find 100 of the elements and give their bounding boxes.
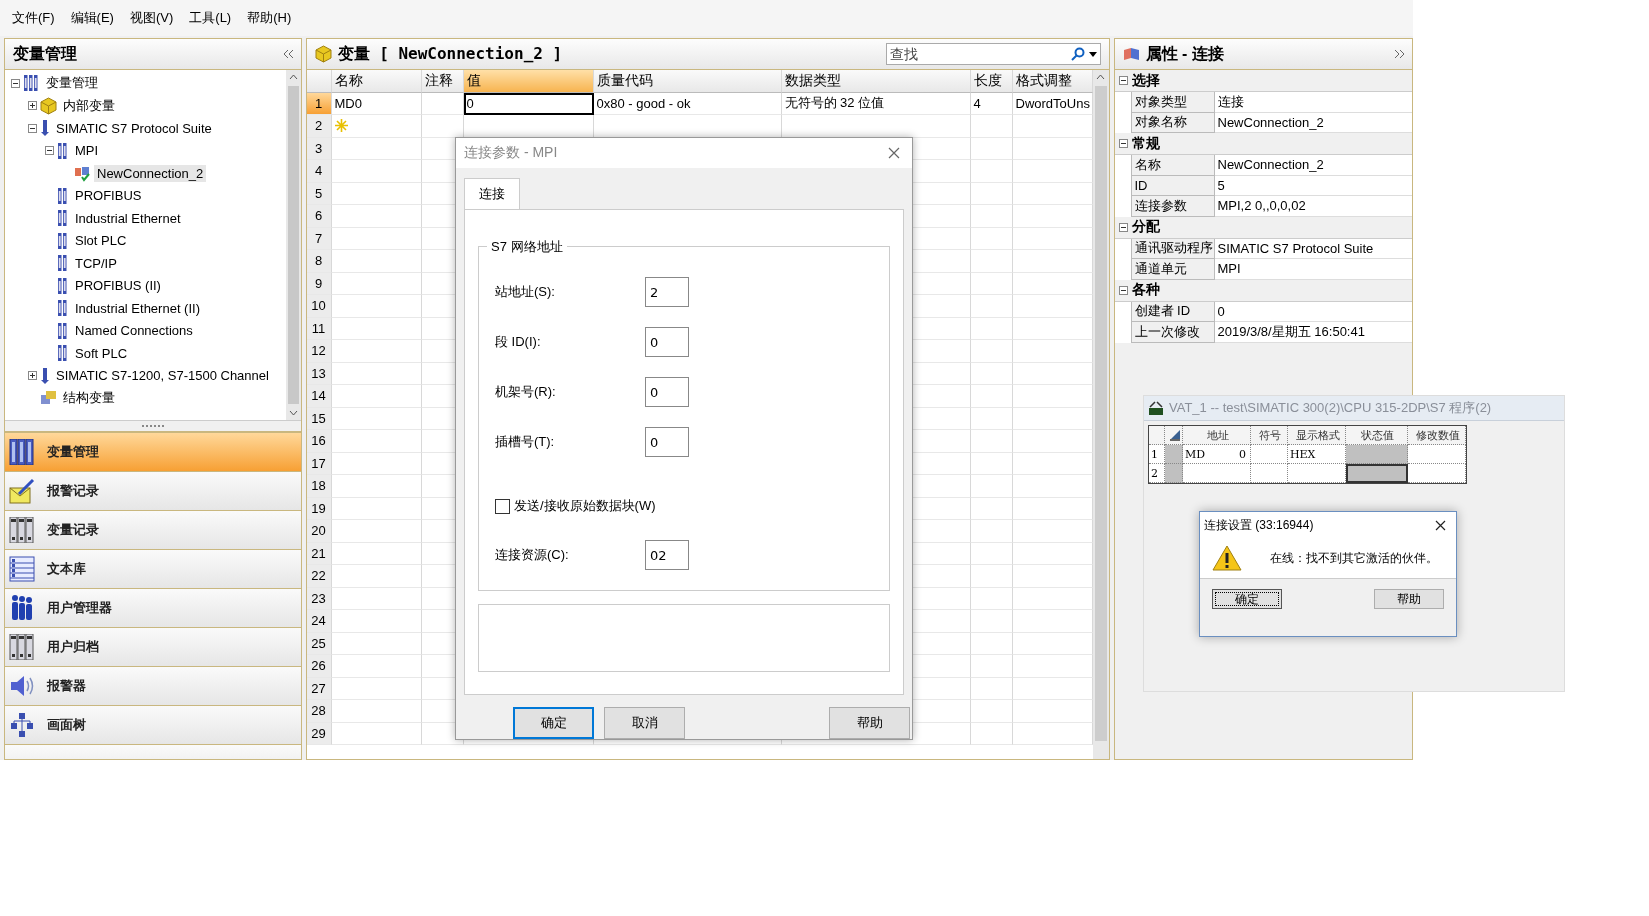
row-number[interactable]: 26 [306, 655, 332, 678]
row-number[interactable]: 9 [306, 272, 332, 295]
nav-item[interactable]: 报警器 [5, 667, 301, 706]
row-number[interactable]: 1 [306, 92, 332, 115]
row-number[interactable]: 11 [306, 317, 332, 340]
nav-label: 用户管理器 [47, 599, 112, 617]
row-number[interactable]: 12 [306, 340, 332, 363]
row-number[interactable]: 19 [306, 497, 332, 520]
row-number[interactable]: 6 [306, 205, 332, 228]
nav-item[interactable]: 用户管理器 [5, 589, 301, 628]
row-number[interactable]: 22 [306, 565, 332, 588]
expand-icon[interactable] [28, 371, 37, 381]
row-number[interactable]: 10 [306, 295, 332, 318]
column-header[interactable]: 质量代码 [593, 70, 782, 93]
input-field[interactable]: 02 [645, 540, 689, 570]
column-header[interactable]: 值 [463, 70, 594, 93]
column-header[interactable]: 名称 [331, 70, 422, 93]
tree-item[interactable]: Named Connections [72, 322, 196, 340]
menu-item[interactable]: 工具(L) [183, 7, 238, 29]
tree-item[interactable]: Slot PLC [72, 232, 130, 250]
column-bars-icon [57, 276, 69, 295]
collapse-icon[interactable] [11, 78, 20, 88]
search-icon[interactable] [1070, 47, 1085, 61]
collapse-icon[interactable] [45, 146, 54, 156]
tree-item[interactable]: MPI [72, 142, 102, 160]
row-number[interactable]: 4 [306, 160, 332, 183]
dialog-button[interactable]: 帮助 [829, 707, 910, 739]
row-number[interactable]: 2 [306, 115, 332, 138]
nav-item[interactable]: 文本库 [5, 550, 301, 589]
nav-item[interactable]: 画面树 [5, 706, 301, 745]
tree-item[interactable]: Industrial Ethernet [72, 209, 184, 227]
tab[interactable]: 连接 [464, 178, 520, 209]
collapse-icon[interactable] [28, 123, 37, 133]
row-number[interactable]: 28 [306, 700, 332, 723]
tree-item[interactable]: 结构变量 [60, 388, 118, 409]
double-chevron-left-icon[interactable] [283, 50, 293, 58]
input-field[interactable]: 0 [645, 327, 689, 357]
tree-item[interactable]: 变量管理 [43, 73, 101, 94]
tree-item[interactable]: Industrial Ethernet (II) [72, 299, 203, 317]
nav-item[interactable]: 变量记录 [5, 511, 301, 550]
checkbox-label[interactable]: 发送/接收原始数据块(W) [514, 497, 656, 515]
tree-item[interactable]: PROFIBUS (II) [72, 277, 164, 295]
row-number[interactable]: 5 [306, 182, 332, 205]
search-field[interactable]: 查找 [885, 43, 1101, 65]
column-header[interactable]: 注释 [421, 70, 464, 93]
input-field[interactable]: 0 [645, 377, 689, 407]
dialog-button[interactable]: 帮助 [1374, 589, 1444, 609]
menu-item[interactable]: 帮助(H) [241, 7, 298, 29]
collapse-icon[interactable] [1118, 76, 1128, 85]
input-field[interactable]: 0 [645, 427, 689, 457]
collapse-icon[interactable] [1118, 222, 1128, 232]
expand-icon[interactable] [28, 101, 37, 111]
table-cell: 0 [463, 92, 594, 115]
row-number[interactable]: 7 [306, 227, 332, 250]
tree-item[interactable]: NewConnection_2 [94, 164, 207, 182]
close-icon[interactable] [1435, 519, 1446, 531]
double-chevron-right-icon[interactable] [1395, 50, 1404, 58]
tree-item[interactable]: SIMATIC S7 Protocol Suite [53, 119, 215, 137]
row-number[interactable]: 23 [306, 587, 332, 610]
tree-item[interactable]: TCP/IP [72, 254, 120, 272]
row-number[interactable]: 21 [306, 542, 332, 565]
tree-item[interactable]: 内部变量 [60, 95, 118, 116]
checkbox[interactable] [495, 498, 510, 514]
input-field[interactable]: 2 [645, 277, 689, 307]
menu-item[interactable]: 文件(F) [6, 7, 61, 29]
nav-item[interactable]: 用户归档 [5, 628, 301, 667]
nav-label: 报警记录 [47, 482, 99, 500]
column-header[interactable]: 格式调整 [1012, 70, 1093, 93]
row-selector-cell[interactable] [1165, 445, 1183, 464]
menu-item[interactable]: 视图(V) [123, 7, 180, 29]
row-selector-cell[interactable] [1165, 464, 1183, 483]
tree-item[interactable]: PROFIBUS [72, 187, 145, 205]
row-number[interactable]: 3 [306, 137, 332, 160]
row-number[interactable]: 14 [306, 385, 332, 408]
row-number[interactable]: 20 [306, 520, 332, 543]
menu-item[interactable]: 编辑(E) [64, 7, 120, 29]
row-number[interactable]: 25 [306, 632, 332, 655]
dialog-button[interactable]: 确定 [1212, 589, 1282, 609]
row-number[interactable]: 16 [306, 430, 332, 453]
dialog-button[interactable]: 取消 [604, 707, 685, 739]
row-number[interactable]: 8 [306, 250, 332, 273]
dialog-button[interactable]: 确定 [513, 707, 594, 739]
collapse-icon[interactable] [1118, 139, 1128, 148]
row-number[interactable]: 27 [306, 677, 332, 700]
nav-item[interactable]: 报警记录 [5, 472, 301, 511]
row-number[interactable]: 15 [306, 407, 332, 430]
nav-item[interactable]: 变量管理 [5, 433, 301, 472]
dropdown-caret-icon[interactable] [1088, 52, 1097, 57]
column-header[interactable]: 长度 [970, 70, 1013, 93]
tree-item[interactable]: Soft PLC [72, 344, 131, 362]
row-number[interactable]: 18 [306, 475, 332, 498]
scrollbar[interactable] [285, 70, 301, 420]
tree-item[interactable]: SIMATIC S7-1200, S7-1500 Channel [53, 367, 272, 385]
row-number[interactable]: 13 [306, 362, 332, 385]
property-name: 创建者 ID [1130, 301, 1215, 322]
row-number[interactable]: 29 [306, 722, 332, 745]
column-header[interactable]: 数据类型 [781, 70, 971, 93]
row-number[interactable]: 24 [306, 610, 332, 633]
row-number[interactable]: 17 [306, 452, 332, 475]
collapse-icon[interactable] [1118, 285, 1128, 295]
